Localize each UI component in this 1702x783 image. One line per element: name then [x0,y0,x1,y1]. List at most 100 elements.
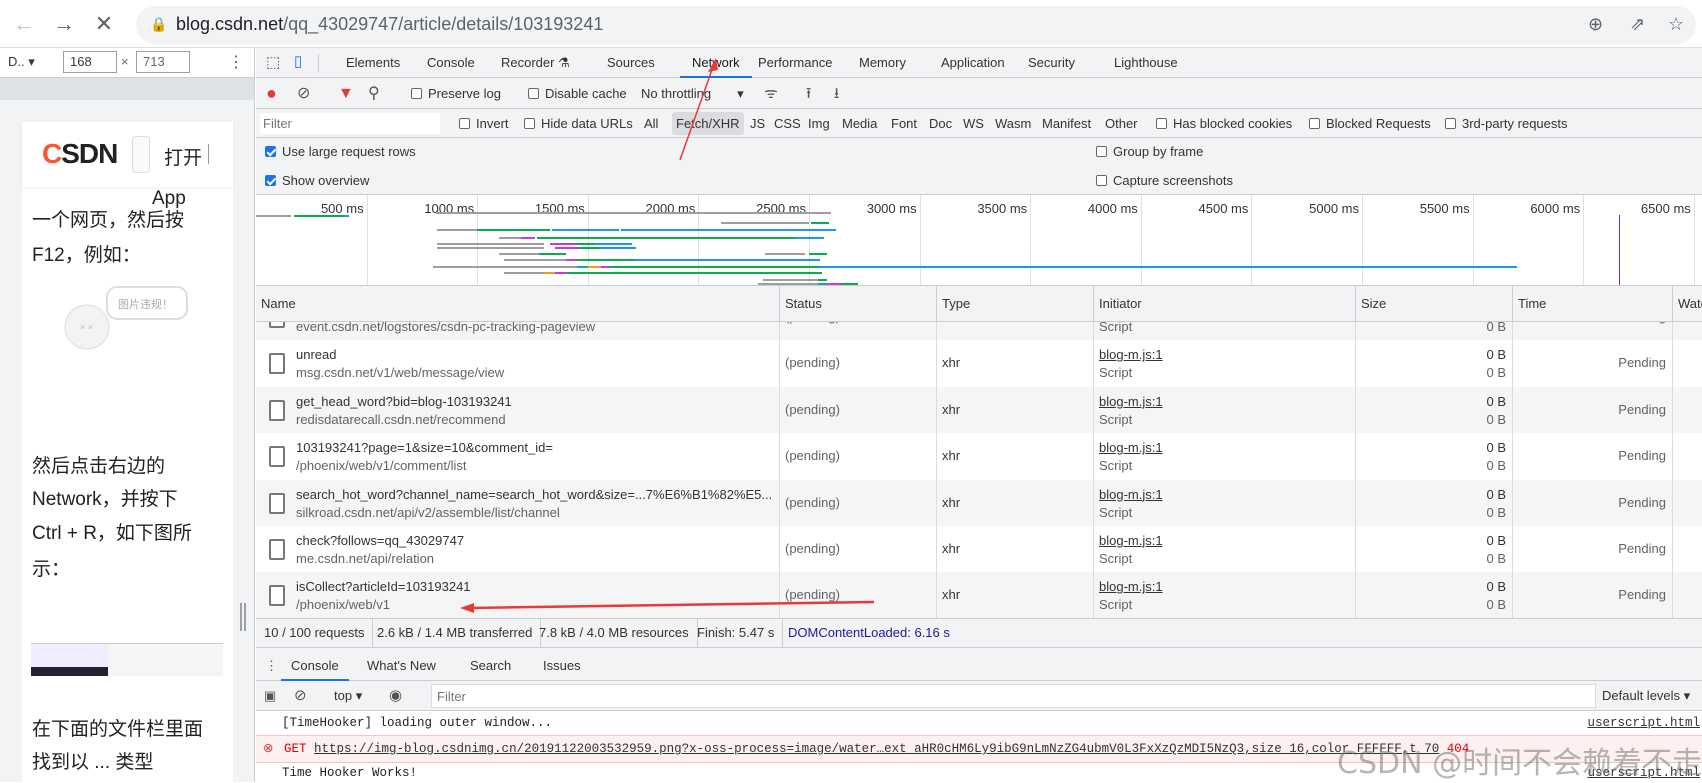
column-size[interactable]: Size [1355,286,1512,322]
column-type[interactable]: Type [936,286,1093,322]
filter-type-css[interactable]: CSS [774,109,801,138]
drawer-tab-console[interactable]: Console [281,651,349,681]
device-select[interactable]: D.. ▾ [8,54,35,70]
resize-handle[interactable] [240,603,246,631]
column-time[interactable]: Time [1512,286,1672,322]
console-filter-input[interactable] [431,684,1596,708]
filter-type-wasm[interactable]: Wasm [995,109,1031,138]
filter-icon[interactable]: ▼ [338,78,354,109]
initiator-link[interactable]: blog-m.js:1 [1099,440,1163,455]
csdn-logo[interactable]: CSDN [42,138,118,170]
tab-performance[interactable]: Performance [758,48,832,78]
show-overview-checkbox[interactable]: Show overview [265,173,369,188]
request-name[interactable]: unread [296,347,336,362]
filter-type-all[interactable]: All [644,109,658,138]
request-name[interactable]: check?follows=qq_43029747 [296,533,464,548]
filter-type-media[interactable]: Media [842,109,877,138]
request-name[interactable]: 103193241?page=1&size=10&comment_id= [296,440,553,455]
height-input[interactable]: 713 [136,51,190,73]
open-app-label[interactable]: 打开 [164,143,202,170]
initiator-link[interactable]: blog-m.js:1 [1099,533,1163,548]
table-row[interactable]: search_hot_word?channel_name=search_hot_… [256,479,1702,526]
zoom-icon[interactable]: ⊕ [1588,14,1603,35]
drawer-tab-issues[interactable]: Issues [543,651,581,681]
filter-type-ws[interactable]: WS [963,109,984,138]
tab-lighthouse[interactable]: Lighthouse [1114,48,1178,78]
filter-type-other[interactable]: Other [1105,109,1138,138]
has-blocked-cookies-checkbox[interactable]: Has blocked cookies [1156,109,1292,138]
initiator-link[interactable]: blog-m.js:1 [1099,487,1163,502]
tab-recorder[interactable]: Recorder ⚗ [501,48,570,78]
error-url-link[interactable]: https://img-blog.csdnimg.cn/201911220035… [314,742,1439,756]
disable-cache-checkbox[interactable]: Disable cache [528,78,627,109]
preserve-log-checkbox[interactable]: Preserve log [411,78,501,109]
export-har-icon[interactable]: ⭳ [834,78,839,109]
drawer-tab-search[interactable]: Search [470,651,511,681]
address-bar[interactable]: 🔒 blog.csdn.net/qq_43029747/article/deta… [136,6,1696,44]
share-icon[interactable]: ⇗ [1630,14,1645,35]
column-name[interactable]: Name [256,286,779,322]
table-row[interactable]: unread msg.csdn.net/v1/web/message/view … [256,340,1702,387]
sidebar-toggle-icon[interactable]: ▣ [264,681,276,711]
app-icon[interactable] [132,136,150,173]
type-cell: xhr [936,386,1093,434]
filter-type-fetch-xhr[interactable]: Fetch/XHR [672,112,744,135]
table-row[interactable]: check?follows=qq_43029747 me.csdn.net/ap… [256,525,1702,573]
record-icon[interactable]: ● [266,78,277,109]
inspect-element-icon[interactable]: ⬚ [266,53,280,71]
filter-type-img[interactable]: Img [808,109,830,138]
large-rows-checkbox[interactable]: Use large request rows [265,144,416,159]
import-har-icon[interactable]: ⭱ [806,78,811,109]
blocked-requests-checkbox[interactable]: Blocked Requests [1309,109,1431,138]
initiator-link[interactable]: blog-m.js:1 [1099,347,1163,362]
request-name[interactable]: isCollect?articleId=103193241 [296,579,471,594]
drawer-tab-whats-new[interactable]: What's New [367,651,436,681]
filter-input[interactable] [260,113,440,134]
invert-checkbox[interactable]: Invert [459,109,509,138]
message-source-link[interactable]: userscript.html [1587,711,1700,735]
star-icon[interactable]: ☆ [1668,14,1684,35]
log-levels-select[interactable]: Default levels ▾ [1602,681,1690,711]
context-select[interactable]: top ▾ [334,681,362,711]
tab-security[interactable]: Security [1028,48,1075,78]
tab-application[interactable]: Application [941,48,1005,78]
tab-network[interactable]: Network [680,48,752,78]
throttling-select[interactable]: No throttling ▾ [641,78,744,109]
device-toggle-icon[interactable]: ▯ [294,52,302,70]
hide-data-urls-checkbox[interactable]: Hide data URLs [524,109,633,138]
network-conditions-icon[interactable]: ᯤ [764,78,778,109]
eye-icon[interactable]: ◉ [389,681,402,711]
clear-icon[interactable]: ⊘ [297,78,310,109]
clear-console-icon[interactable]: ⊘ [294,681,307,711]
third-party-checkbox[interactable]: 3rd-party requests [1445,109,1568,138]
request-name[interactable]: get_head_word?bid=blog-103193241 [296,394,512,409]
more-options-icon[interactable]: ⋮ [228,52,244,72]
initiator-link[interactable]: blog-m.js:1 [1099,579,1163,594]
article-screenshot-thumbnail[interactable] [31,643,223,676]
stop-icon[interactable]: ✕ [90,10,118,38]
back-icon[interactable]: ← [10,10,38,38]
column-status[interactable]: Status [779,286,936,322]
group-by-frame-checkbox[interactable]: Group by frame [1096,144,1203,159]
table-row[interactable]: 103193241?page=1&size=10&comment_id= /ph… [256,433,1702,480]
column-initiator[interactable]: Initiator [1093,286,1355,322]
filter-type-doc[interactable]: Doc [929,109,952,138]
filter-type-js[interactable]: JS [750,109,765,138]
network-overview-timeline[interactable]: 500 ms 1000 ms 1500 ms 2000 ms 2500 ms 3000 m… [256,195,1702,286]
tab-elements[interactable]: Elements [346,48,400,78]
column-waterfall[interactable]: Wate [1672,286,1702,322]
search-icon[interactable]: ⚲ [368,78,380,109]
width-input[interactable]: 168 [63,51,117,73]
filter-type-font[interactable]: Font [891,109,917,138]
forward-icon[interactable]: → [50,10,78,38]
table-row[interactable]: get_head_word?bid=blog-103193241 redisda… [256,386,1702,434]
tab-memory[interactable]: Memory [859,48,906,78]
filter-type-manifest[interactable]: Manifest [1042,109,1091,138]
initiator-link[interactable]: blog-m.js:1 [1099,394,1163,409]
request-name[interactable]: search_hot_word?channel_name=search_hot_… [296,487,772,502]
capture-screenshots-checkbox[interactable]: Capture screenshots [1096,173,1233,188]
tab-console[interactable]: Console [427,48,475,78]
drawer-menu-icon[interactable]: ⋮ [265,651,278,681]
table-row[interactable]: isCollect?articleId=103193241 /phoenix/w… [256,572,1702,618]
tab-sources[interactable]: Sources [607,48,655,78]
